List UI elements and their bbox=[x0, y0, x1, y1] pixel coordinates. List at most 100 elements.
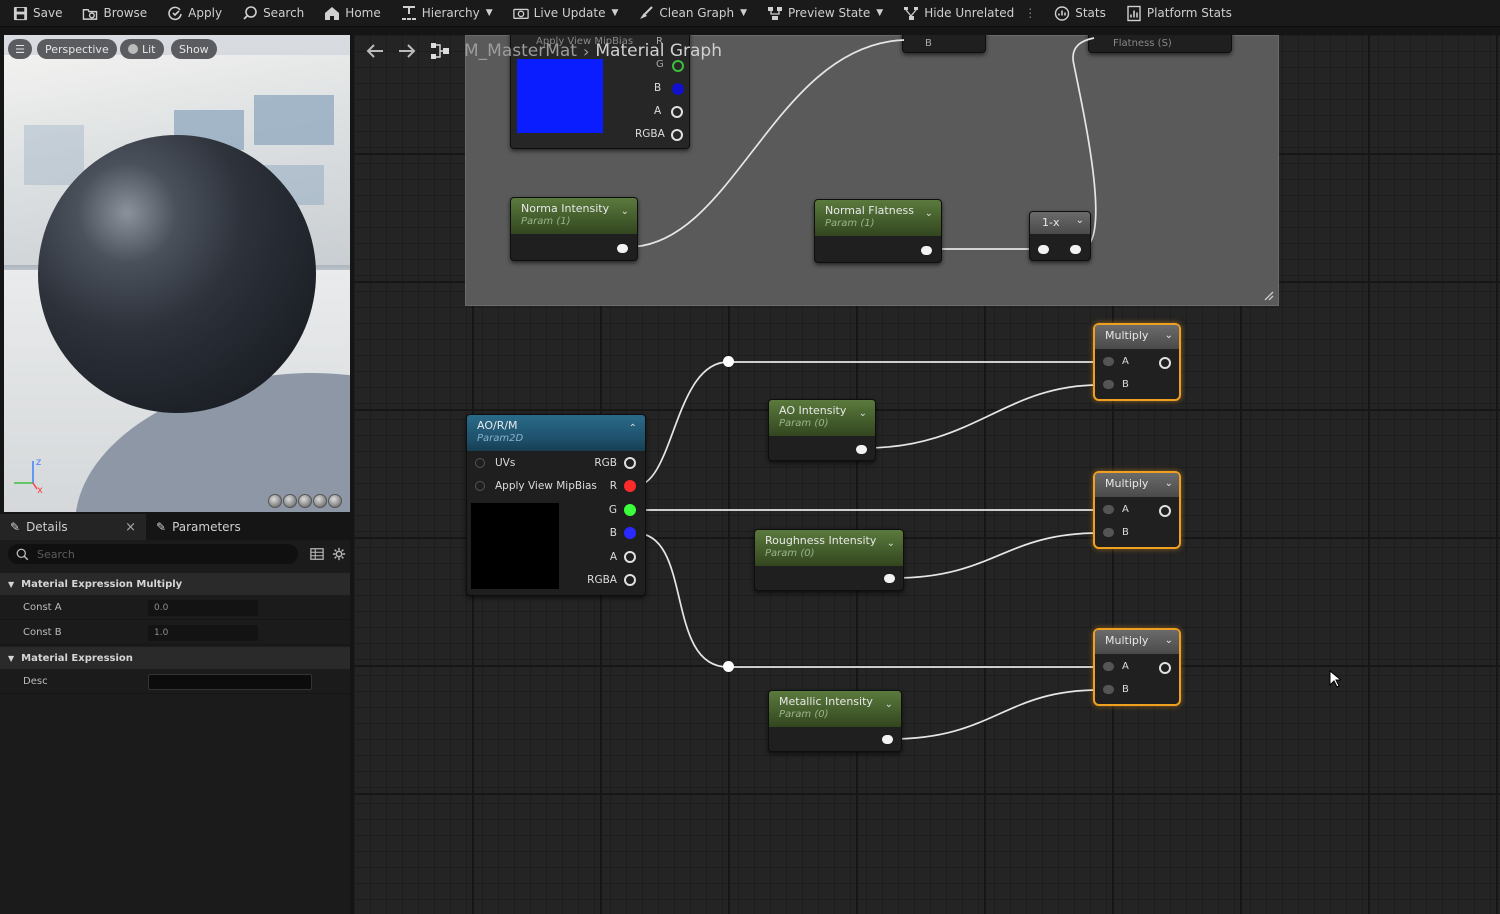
input-uvs[interactable]: UVs bbox=[475, 457, 515, 469]
perspective-button[interactable]: Perspective bbox=[37, 39, 117, 59]
tab-parameters[interactable]: ✎ Parameters bbox=[146, 514, 251, 540]
search-label: Search bbox=[263, 6, 305, 20]
chevron-down-icon[interactable]: ⌄ bbox=[885, 699, 893, 710]
lit-button[interactable]: Lit bbox=[120, 39, 164, 59]
chevron-up-icon[interactable]: ⌃ bbox=[629, 423, 637, 434]
section-material-expression[interactable]: ▼ Material Expression bbox=[0, 647, 350, 669]
cube-preview-icon[interactable] bbox=[313, 494, 327, 508]
more-options-icon[interactable]: ⋮ bbox=[1024, 6, 1036, 20]
input-pin[interactable] bbox=[1103, 662, 1114, 671]
input-b[interactable]: B bbox=[1103, 684, 1129, 695]
multiply-node-roughness[interactable]: Multiply ⌄ A B bbox=[1093, 471, 1181, 549]
output-pin[interactable] bbox=[921, 246, 932, 255]
input-a[interactable]: A bbox=[1103, 356, 1129, 367]
out-rgb-pin[interactable] bbox=[624, 457, 636, 469]
preview-state-button[interactable]: Preview State ▼ bbox=[767, 5, 883, 21]
clean-graph-button[interactable]: Clean Graph ▼ bbox=[638, 5, 747, 21]
show-button[interactable]: Show bbox=[171, 39, 217, 59]
sphere-preview-icon[interactable] bbox=[283, 494, 297, 508]
out-g-pin[interactable] bbox=[624, 504, 636, 516]
output-pin[interactable] bbox=[1159, 662, 1171, 674]
apply-button[interactable]: Apply bbox=[167, 5, 222, 21]
const-a-label: Const A bbox=[23, 602, 62, 613]
chevron-down-icon[interactable]: ⌄ bbox=[859, 408, 867, 419]
preview-viewport[interactable]: ☰ Perspective Lit Show z x bbox=[4, 35, 350, 512]
hide-unrelated-button[interactable]: Hide Unrelated bbox=[903, 5, 1014, 21]
chevron-down-icon[interactable]: ⌄ bbox=[1076, 215, 1084, 226]
input-b[interactable]: B bbox=[1103, 527, 1129, 538]
ao-intensity-node[interactable]: AO Intensity Param (0) ⌄ bbox=[768, 399, 876, 461]
input-a[interactable]: A bbox=[1103, 661, 1129, 672]
browse-button[interactable]: Browse bbox=[82, 5, 147, 21]
live-update-button[interactable]: Live Update ▼ bbox=[512, 5, 618, 21]
chevron-down-icon[interactable]: ⌄ bbox=[887, 538, 895, 549]
platform-stats-button[interactable]: Platform Stats bbox=[1126, 5, 1232, 21]
output-pin[interactable] bbox=[856, 445, 867, 454]
out-rgba-pin[interactable] bbox=[624, 574, 636, 586]
back-arrow-icon[interactable] bbox=[366, 44, 384, 58]
output-pin[interactable] bbox=[882, 735, 893, 744]
search-button[interactable]: Search bbox=[242, 5, 304, 21]
node-title: AO/R/M bbox=[477, 419, 518, 432]
reroute-knot[interactable] bbox=[723, 356, 734, 367]
input-pin[interactable] bbox=[475, 481, 485, 491]
input-mipbias[interactable]: Apply View MipBias bbox=[475, 480, 597, 492]
graph-breadcrumb: M_MasterMat › Material Graph bbox=[354, 35, 722, 67]
close-icon[interactable]: × bbox=[125, 520, 136, 535]
metallic-intensity-node[interactable]: Metallic Intensity Param (0) ⌄ bbox=[768, 690, 902, 752]
plane-preview-icon[interactable] bbox=[298, 494, 312, 508]
stats-label: Stats bbox=[1075, 6, 1106, 20]
output-pin[interactable] bbox=[884, 574, 895, 583]
custom-mesh-preview-icon[interactable] bbox=[328, 494, 342, 508]
tab-details[interactable]: ✎ Details × bbox=[0, 514, 146, 540]
gear-icon[interactable] bbox=[332, 547, 346, 561]
chevron-down-icon[interactable]: ⌄ bbox=[1165, 635, 1173, 646]
save-button[interactable]: Save bbox=[12, 5, 62, 21]
input-b[interactable]: B bbox=[1103, 379, 1129, 390]
normal-flatness-node[interactable]: Normal Flatness Param (1) ⌄ bbox=[814, 199, 942, 263]
input-pin[interactable] bbox=[1103, 357, 1114, 366]
viewport-menu-button[interactable]: ☰ bbox=[8, 39, 32, 59]
chevron-down-icon[interactable]: ⌄ bbox=[925, 208, 933, 219]
output-pin[interactable] bbox=[1159, 505, 1171, 517]
aorm-texture-node[interactable]: AO/R/M Param2D ⌃ UVs Apply View MipBias … bbox=[466, 414, 646, 596]
stats-button[interactable]: Stats bbox=[1054, 5, 1106, 21]
out-a-pin[interactable] bbox=[624, 551, 636, 563]
save-label: Save bbox=[33, 6, 63, 20]
const-a-field[interactable]: 0.0 bbox=[148, 599, 258, 616]
multiply-node-metallic[interactable]: Multiply ⌄ A B bbox=[1093, 628, 1181, 706]
cylinder-preview-icon[interactable] bbox=[268, 494, 282, 508]
input-pin[interactable] bbox=[1103, 380, 1114, 389]
multiply-node-ao[interactable]: Multiply ⌄ A B bbox=[1093, 323, 1181, 401]
desc-field[interactable] bbox=[148, 673, 312, 690]
chevron-down-icon[interactable]: ⌄ bbox=[1165, 330, 1173, 341]
one-minus-node[interactable]: 1-x ⌄ bbox=[1029, 211, 1091, 261]
chevron-down-icon[interactable]: ⌄ bbox=[1165, 478, 1173, 489]
chevron-down-icon[interactable]: ⌄ bbox=[621, 206, 629, 217]
input-pin[interactable] bbox=[475, 458, 485, 468]
material-graph-canvas[interactable]: B Flatness (S) Apply View MipBias R G B … bbox=[354, 35, 1500, 914]
forward-arrow-icon[interactable] bbox=[398, 44, 416, 58]
out-r-pin[interactable] bbox=[624, 480, 636, 492]
input-a[interactable]: A bbox=[1103, 504, 1129, 515]
output-pin[interactable] bbox=[617, 244, 628, 253]
input-pin[interactable] bbox=[1103, 528, 1114, 537]
section-material-expression-multiply[interactable]: ▼ Material Expression Multiply bbox=[0, 573, 350, 595]
details-search-input[interactable]: Search bbox=[8, 544, 298, 564]
input-pin[interactable] bbox=[1103, 505, 1114, 514]
home-button[interactable]: Home bbox=[324, 5, 381, 21]
input-pin[interactable] bbox=[1038, 245, 1049, 254]
hierarchy-button[interactable]: Hierarchy ▼ bbox=[401, 5, 493, 21]
reroute-knot[interactable] bbox=[723, 661, 734, 672]
roughness-intensity-node[interactable]: Roughness Intensity Param (0) ⌄ bbox=[754, 529, 904, 591]
out-b-pin[interactable] bbox=[624, 527, 636, 539]
norma-intensity-node[interactable]: Norma Intensity Param (1) ⌄ bbox=[510, 197, 638, 261]
breadcrumb-root[interactable]: M_MasterMat bbox=[464, 41, 577, 61]
const-b-field[interactable]: 1.0 bbox=[148, 624, 258, 641]
material-editor: Save Browse Apply Search Home Hierarchy … bbox=[0, 0, 1500, 914]
output-pin[interactable] bbox=[1070, 245, 1081, 254]
lit-icon bbox=[128, 44, 138, 54]
input-pin[interactable] bbox=[1103, 685, 1114, 694]
output-pin[interactable] bbox=[1159, 357, 1171, 369]
table-view-icon[interactable] bbox=[310, 547, 324, 561]
